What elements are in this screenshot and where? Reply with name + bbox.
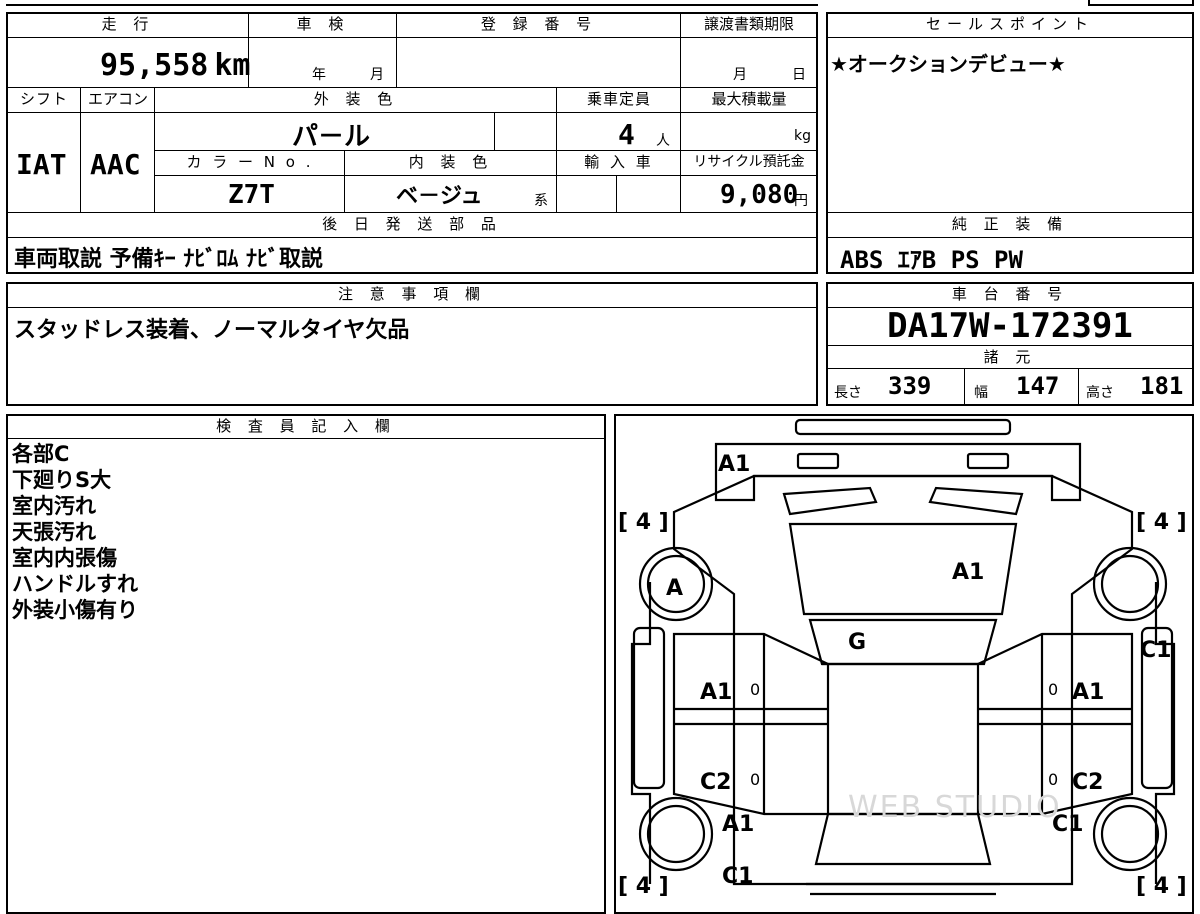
inspector-line: 室内汚れ bbox=[12, 494, 96, 518]
inspector-lines: 各部C 下廻りS大 室内汚れ 天張汚れ 室内内張傷 ハンドルすれ 外装小傷有り bbox=[12, 441, 138, 623]
right-front-mark: 0 bbox=[1048, 680, 1059, 699]
tire-tread-rear-left: [ 4 ] bbox=[618, 874, 669, 899]
height-value: 181 bbox=[1140, 372, 1184, 400]
notes-value: スタッドレス装着、ノーマルタイヤ欠品 bbox=[14, 318, 410, 343]
color-no-header: カ ラ ー N o . bbox=[186, 153, 314, 171]
exterior-color-header: 外 装 色 bbox=[313, 90, 399, 108]
later-parts-value: 車両取説 予備ｷｰ ﾅﾋﾞﾛﾑ ﾅﾋﾞ取説 bbox=[14, 247, 323, 272]
import-header: 輸 入 車 bbox=[584, 153, 654, 171]
inspector-line: ハンドルすれ bbox=[12, 572, 138, 596]
capacity-header: 乗車定員 bbox=[586, 90, 651, 108]
interior-color-header: 内 装 色 bbox=[408, 153, 494, 171]
front-left-fender-damage: A bbox=[666, 576, 684, 601]
shift-value: IAT bbox=[16, 148, 67, 181]
tire-tread-front-left: [ 4 ] bbox=[618, 510, 669, 535]
mileage-value: 95,558 km bbox=[100, 48, 251, 83]
right-rear-mark: 0 bbox=[1048, 770, 1059, 789]
left-rear-mark: 0 bbox=[750, 770, 761, 789]
front-bumper-damage: A1 bbox=[718, 452, 751, 477]
transfer-deadline-header: 譲渡書類期限 bbox=[703, 15, 794, 33]
inspector-line: 各部C bbox=[12, 442, 70, 466]
registration-header: 登 録 番 号 bbox=[480, 15, 598, 33]
car-diagram bbox=[630, 418, 1176, 896]
right-front-door-damage: A1 bbox=[1072, 680, 1105, 705]
length-value: 339 bbox=[888, 372, 932, 400]
max-load-unit: kg bbox=[794, 128, 811, 144]
height-label: 高さ bbox=[1086, 385, 1114, 401]
tire-tread-rear-right: [ 4 ] bbox=[1136, 874, 1187, 899]
genuine-equipment-header: 純 正 装 備 bbox=[951, 215, 1069, 233]
recycle-unit: 円 bbox=[794, 193, 808, 209]
tire-tread-front-right: [ 4 ] bbox=[1136, 510, 1187, 535]
top-strip bbox=[6, 0, 818, 6]
inspector-line: 天張汚れ bbox=[12, 520, 96, 544]
sales-points-header: セールスポイント bbox=[925, 15, 1094, 33]
specs-header: 諸 元 bbox=[983, 348, 1037, 366]
aircon-value: AAC bbox=[90, 148, 141, 181]
width-label: 幅 bbox=[974, 385, 988, 401]
inspection-header: 車 検 bbox=[296, 15, 350, 33]
genuine-equipment-value: ABS ｴｱB PS PW bbox=[840, 246, 1023, 274]
max-load-header: 最大積載量 bbox=[711, 90, 787, 108]
inspector-line: 下廻りS大 bbox=[12, 468, 112, 492]
chassis-value: DA17W-172391 bbox=[887, 306, 1133, 346]
right-front-fender-damage: C1 bbox=[1140, 638, 1172, 663]
windshield-damage: G bbox=[848, 630, 867, 655]
left-rear-fender-damage: A1 bbox=[722, 812, 755, 837]
rear-damage: C1 bbox=[722, 864, 754, 889]
watermark: WEB STUDIO bbox=[848, 790, 1062, 825]
left-front-mark: 0 bbox=[750, 680, 761, 699]
recycle-value: 9,080 bbox=[720, 180, 799, 210]
mileage-header: 走 行 bbox=[101, 15, 155, 33]
later-parts-header: 後 日 発 送 部 品 bbox=[322, 215, 502, 233]
shift-header: シフト bbox=[19, 90, 68, 108]
width-value: 147 bbox=[1016, 372, 1060, 400]
inspection-month: 月 bbox=[370, 67, 384, 83]
left-front-door-damage: A1 bbox=[700, 680, 733, 705]
inspector-line: 外装小傷有り bbox=[12, 598, 138, 622]
inspector-line: 室内内張傷 bbox=[12, 546, 117, 570]
length-label: 長さ bbox=[834, 385, 862, 401]
exterior-color-value: パ－ル bbox=[292, 122, 371, 152]
notes-header: 注 意 事 項 欄 bbox=[337, 285, 487, 303]
sales-point-value: ★オークションデビュー★ bbox=[830, 52, 1066, 76]
left-rear-door-damage: C2 bbox=[700, 770, 732, 795]
chassis-header: 車 台 番 号 bbox=[951, 285, 1069, 303]
hood-damage: A1 bbox=[952, 560, 985, 585]
color-no-value: Z7T bbox=[228, 180, 275, 210]
right-rear-door-damage: C2 bbox=[1072, 770, 1104, 795]
inspection-year: 年 bbox=[312, 67, 326, 83]
aircon-header: エアコン bbox=[87, 90, 148, 108]
capacity-value: 4 bbox=[618, 118, 635, 151]
top-strip-right bbox=[1088, 0, 1194, 6]
interior-suffix: 系 bbox=[534, 193, 548, 209]
recycle-header: リサイクル預託金 bbox=[693, 154, 805, 170]
transfer-month: 月 bbox=[733, 67, 747, 83]
transfer-day: 日 bbox=[792, 67, 806, 83]
inspector-header: 検 査 員 記 入 欄 bbox=[216, 417, 396, 435]
capacity-unit: 人 bbox=[656, 133, 670, 149]
interior-color-value: ベ－ジュ bbox=[396, 184, 483, 209]
